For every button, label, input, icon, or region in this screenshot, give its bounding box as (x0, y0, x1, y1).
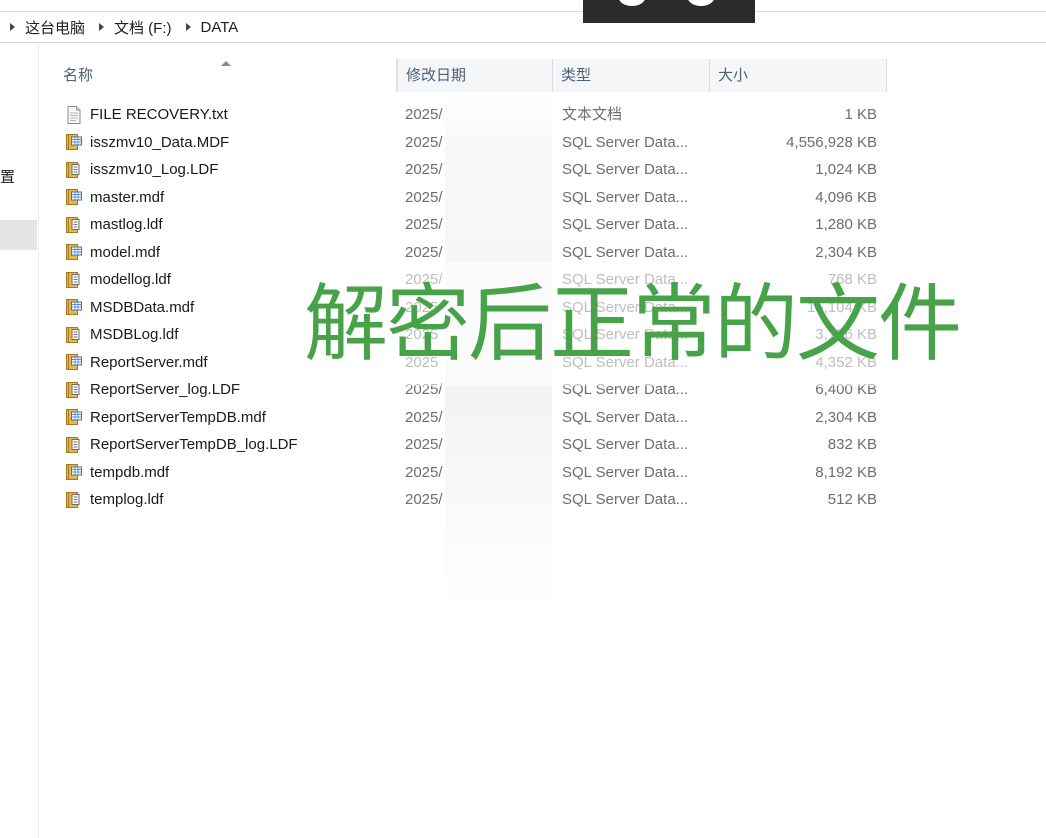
sql-data-file-icon (64, 352, 84, 372)
file-name-cell[interactable]: isszmv10_Log.LDF (64, 156, 394, 183)
file-name: modellog.ldf (90, 271, 171, 288)
top-dark-overlay (583, 0, 755, 23)
chevron-right-icon[interactable] (10, 23, 15, 31)
sort-ascending-icon (221, 61, 231, 66)
navigation-pane[interactable]: 置 (0, 44, 39, 838)
overlay-caption: 解密后正常的文件 (304, 275, 962, 373)
sql-data-file-icon (64, 132, 84, 152)
file-type: SQL Server Data... (562, 216, 689, 233)
file-name: ReportServer_log.LDF (90, 381, 241, 398)
file-type: SQL Server Data... (562, 463, 689, 481)
sql-log-file-icon (64, 270, 84, 290)
chevron-right-icon[interactable] (185, 23, 191, 31)
file-size: 8,192 KB (815, 463, 877, 481)
sql-data-file-icon (64, 242, 84, 262)
file-name-cell[interactable]: isszmv10_Data.MDF (64, 129, 394, 156)
file-size: 1 KB (844, 106, 877, 123)
file-name-cell[interactable]: mastlog.ldf (64, 211, 394, 238)
nav-item-label[interactable]: 置 (0, 166, 14, 187)
file-type: 文本文档 (562, 106, 623, 123)
file-type: SQL Server Data... (562, 133, 689, 151)
file-name-cell[interactable]: ReportServerTempDB.mdf (64, 404, 394, 431)
sql-data-file-icon (64, 462, 84, 482)
file-name: master.mdf (90, 188, 165, 206)
sql-data-file-icon (64, 187, 84, 207)
file-name: MSDBData.mdf (90, 298, 195, 316)
file-name-cell[interactable]: FILE RECOVERY.txt (64, 101, 394, 128)
file-type: SQL Server Data... (562, 408, 689, 426)
file-name: ReportServerTempDB_log.LDF (90, 436, 298, 453)
file-name: isszmv10_Log.LDF (90, 161, 219, 178)
breadcrumb[interactable]: 这台电脑 文档 (F:) DATA (0, 11, 1046, 43)
decorative-shape (619, 0, 645, 6)
sql-log-file-icon (64, 160, 84, 180)
file-name: tempdb.mdf (90, 463, 170, 481)
file-size: 1,280 KB (815, 216, 877, 233)
file-explorer-window: 这台电脑 文档 (F:) DATA 置 名称 修改日期 类型 大小 FILE R… (0, 0, 1046, 838)
file-name: FILE RECOVERY.txt (90, 106, 228, 123)
file-name-cell[interactable]: templog.ldf (64, 486, 394, 513)
file-name: MSDBLog.ldf (90, 326, 179, 343)
file-size: 2,304 KB (815, 408, 877, 426)
sql-data-file-icon (64, 297, 84, 317)
column-header-size[interactable]: 大小 (710, 59, 887, 92)
column-header-date[interactable]: 修改日期 (397, 59, 553, 92)
file-name-cell[interactable]: ReportServerTempDB_log.LDF (64, 431, 394, 458)
file-name: isszmv10_Data.MDF (90, 133, 230, 151)
file-name-cell[interactable]: master.mdf (64, 184, 394, 211)
file-name: templog.ldf (90, 491, 164, 508)
file-name: model.mdf (90, 243, 161, 261)
sql-log-file-icon (64, 380, 84, 400)
sql-data-file-icon (64, 407, 84, 427)
file-name: ReportServer.mdf (90, 353, 208, 371)
file-name: mastlog.ldf (90, 216, 163, 233)
file-size: 4,096 KB (815, 188, 877, 206)
breadcrumb-data[interactable]: DATA (201, 19, 239, 36)
file-size: 1,024 KB (815, 161, 877, 178)
breadcrumb-drive-f[interactable]: 文档 (F:) (114, 17, 172, 38)
sql-log-file-icon (64, 215, 84, 235)
sql-log-file-icon (64, 435, 84, 455)
file-type: SQL Server Data... (562, 436, 689, 453)
nav-item-selected[interactable] (0, 220, 37, 250)
file-type: SQL Server Data... (562, 188, 689, 206)
sql-log-file-icon (64, 325, 84, 345)
chevron-right-icon[interactable] (99, 23, 105, 31)
file-type: SQL Server Data... (562, 491, 689, 508)
file-size: 512 KB (827, 491, 877, 508)
text-file-icon (64, 105, 84, 125)
sql-log-file-icon (64, 490, 84, 510)
file-type: SQL Server Data... (562, 161, 689, 178)
file-size: 4,556,928 KB (786, 133, 877, 151)
file-size: 832 KB (827, 436, 877, 453)
decorative-shape (687, 0, 715, 6)
file-name-cell[interactable]: tempdb.mdf (64, 459, 394, 486)
column-header-type[interactable]: 类型 (553, 59, 710, 92)
file-name: ReportServerTempDB.mdf (90, 408, 266, 426)
breadcrumb-this-pc[interactable]: 这台电脑 (25, 17, 85, 38)
